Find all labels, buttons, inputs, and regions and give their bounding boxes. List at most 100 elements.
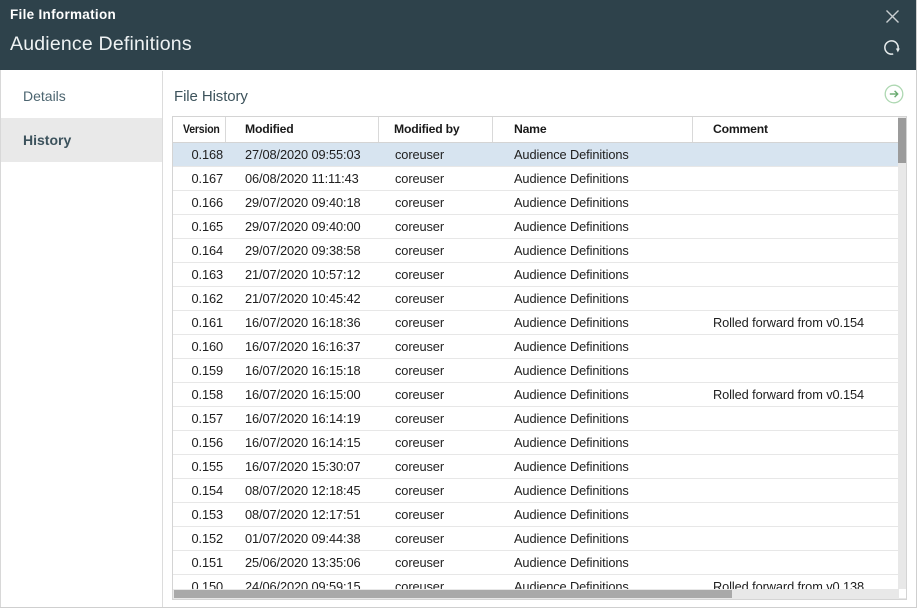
cell-modifiedby: coreuser <box>379 479 493 502</box>
cell-version: 0.168 <box>173 143 226 166</box>
cell-modified: 08/07/2020 12:17:51 <box>226 503 379 526</box>
table-row[interactable]: 0.15408/07/2020 12:18:45coreuserAudience… <box>173 479 906 503</box>
cell-version: 0.163 <box>173 263 226 286</box>
dialog-title: File Information <box>10 7 116 22</box>
cell-name: Audience Definitions <box>493 143 693 166</box>
cell-modified: 29/07/2020 09:40:00 <box>226 215 379 238</box>
cell-version: 0.156 <box>173 431 226 454</box>
cell-modifiedby: coreuser <box>379 143 493 166</box>
cell-modifiedby: coreuser <box>379 383 493 406</box>
table-row[interactable]: 0.16221/07/2020 10:45:42coreuserAudience… <box>173 287 906 311</box>
column-header-name[interactable]: Name <box>493 117 693 142</box>
table-row[interactable]: 0.15201/07/2020 09:44:38coreuserAudience… <box>173 527 906 551</box>
cell-modifiedby: coreuser <box>379 455 493 478</box>
cell-name: Audience Definitions <box>493 215 693 238</box>
table-header-row: VersionModifiedModified byNameComment <box>173 117 906 143</box>
cell-name: Audience Definitions <box>493 287 693 310</box>
column-header-comment[interactable]: Comment <box>693 117 899 142</box>
cell-modified: 16/07/2020 16:15:00 <box>226 383 379 406</box>
sidebar-item-details[interactable]: Details <box>1 74 162 118</box>
cell-modifiedby: coreuser <box>379 527 493 550</box>
cell-comment <box>693 167 899 190</box>
cell-version: 0.164 <box>173 239 226 262</box>
cell-version: 0.158 <box>173 383 226 406</box>
vertical-scrollbar-thumb[interactable] <box>898 118 906 163</box>
cell-version: 0.167 <box>173 167 226 190</box>
cell-version: 0.159 <box>173 359 226 382</box>
cell-modifiedby: coreuser <box>379 167 493 190</box>
cell-name: Audience Definitions <box>493 479 693 502</box>
cell-modified: 25/06/2020 13:35:06 <box>226 551 379 574</box>
dialog-border-left <box>0 70 1 608</box>
cell-name: Audience Definitions <box>493 191 693 214</box>
column-header-modifiedby[interactable]: Modified by <box>379 117 493 142</box>
table-row[interactable]: 0.15916/07/2020 16:15:18coreuserAudience… <box>173 359 906 383</box>
cell-modifiedby: coreuser <box>379 431 493 454</box>
table-body: 0.16827/08/2020 09:55:03coreuserAudience… <box>173 143 906 599</box>
cell-name: Audience Definitions <box>493 359 693 382</box>
table-row[interactable]: 0.15308/07/2020 12:17:51coreuserAudience… <box>173 503 906 527</box>
table-row[interactable]: 0.16706/08/2020 11:11:43coreuserAudience… <box>173 167 906 191</box>
cell-comment <box>693 479 899 502</box>
cell-comment: Rolled forward from v0.154 <box>693 311 899 334</box>
cell-modified: 29/07/2020 09:38:58 <box>226 239 379 262</box>
cell-name: Audience Definitions <box>493 527 693 550</box>
table-row[interactable]: 0.15125/06/2020 13:35:06coreuserAudience… <box>173 551 906 575</box>
cell-modifiedby: coreuser <box>379 551 493 574</box>
cell-name: Audience Definitions <box>493 263 693 286</box>
cell-version: 0.155 <box>173 455 226 478</box>
cell-comment <box>693 335 899 358</box>
cell-name: Audience Definitions <box>493 239 693 262</box>
cell-comment <box>693 239 899 262</box>
dialog-border-bottom <box>0 607 917 608</box>
table-row[interactable]: 0.15816/07/2020 16:15:00coreuserAudience… <box>173 383 906 407</box>
cell-modified: 06/08/2020 11:11:43 <box>226 167 379 190</box>
cell-name: Audience Definitions <box>493 335 693 358</box>
table-row[interactable]: 0.15616/07/2020 16:14:15coreuserAudience… <box>173 431 906 455</box>
sidebar: DetailsHistory <box>1 71 163 607</box>
table-row[interactable]: 0.16321/07/2020 10:57:12coreuserAudience… <box>173 263 906 287</box>
section-heading: File History <box>174 88 248 105</box>
table-row[interactable]: 0.16429/07/2020 09:38:58coreuserAudience… <box>173 239 906 263</box>
cell-version: 0.161 <box>173 311 226 334</box>
cell-name: Audience Definitions <box>493 167 693 190</box>
circled-right-arrow-icon[interactable] <box>884 84 904 104</box>
dialog-border-right <box>916 0 917 608</box>
cell-modifiedby: coreuser <box>379 215 493 238</box>
table-row[interactable]: 0.15516/07/2020 15:30:07coreuserAudience… <box>173 455 906 479</box>
cell-comment <box>693 263 899 286</box>
file-history-table: VersionModifiedModified byNameComment 0.… <box>172 116 907 600</box>
cell-comment <box>693 287 899 310</box>
column-header-modified[interactable]: Modified <box>226 117 379 142</box>
cell-modified: 01/07/2020 09:44:38 <box>226 527 379 550</box>
table-row[interactable]: 0.16529/07/2020 09:40:00coreuserAudience… <box>173 215 906 239</box>
cell-version: 0.165 <box>173 215 226 238</box>
table-row[interactable]: 0.16827/08/2020 09:55:03coreuserAudience… <box>173 143 906 167</box>
cell-name: Audience Definitions <box>493 407 693 430</box>
cell-modified: 16/07/2020 16:14:19 <box>226 407 379 430</box>
horizontal-scrollbar-thumb[interactable] <box>174 590 732 598</box>
table-row[interactable]: 0.15716/07/2020 16:14:19coreuserAudience… <box>173 407 906 431</box>
table-row[interactable]: 0.16629/07/2020 09:40:18coreuserAudience… <box>173 191 906 215</box>
cell-modifiedby: coreuser <box>379 359 493 382</box>
column-header-version[interactable]: Version <box>173 117 226 142</box>
cell-modifiedby: coreuser <box>379 263 493 286</box>
cell-modifiedby: coreuser <box>379 239 493 262</box>
cell-modifiedby: coreuser <box>379 407 493 430</box>
cell-comment <box>693 527 899 550</box>
vertical-scrollbar[interactable] <box>898 117 906 589</box>
cell-comment <box>693 407 899 430</box>
table-row[interactable]: 0.16116/07/2020 16:18:36coreuserAudience… <box>173 311 906 335</box>
cell-modifiedby: coreuser <box>379 287 493 310</box>
cell-modified: 27/08/2020 09:55:03 <box>226 143 379 166</box>
cell-modified: 21/07/2020 10:57:12 <box>226 263 379 286</box>
refresh-icon[interactable] <box>882 38 901 57</box>
close-icon[interactable] <box>885 9 900 24</box>
sidebar-item-history[interactable]: History <box>1 118 162 162</box>
cell-version: 0.162 <box>173 287 226 310</box>
table-row[interactable]: 0.16016/07/2020 16:16:37coreuserAudience… <box>173 335 906 359</box>
cell-version: 0.153 <box>173 503 226 526</box>
dialog-header: File Information Audience Definitions <box>0 0 917 70</box>
cell-modified: 29/07/2020 09:40:18 <box>226 191 379 214</box>
cell-version: 0.152 <box>173 527 226 550</box>
